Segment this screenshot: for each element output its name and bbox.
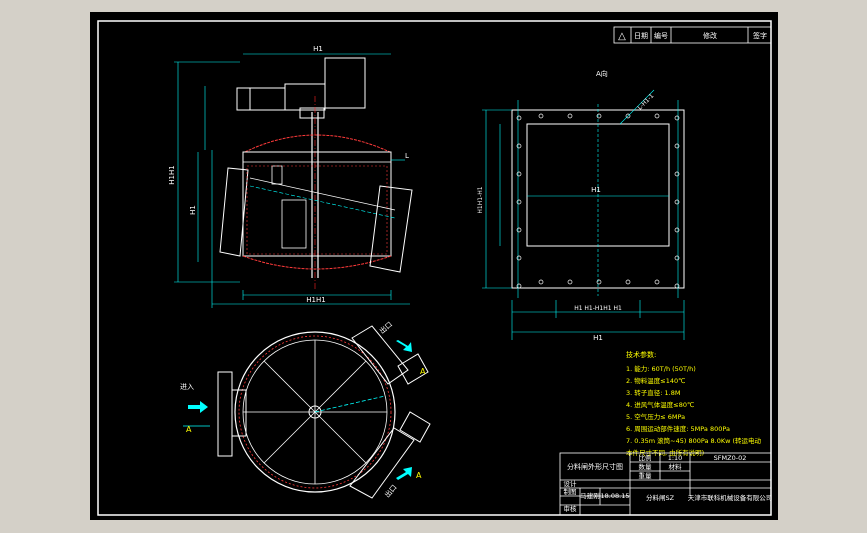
- arrow-a-label: A: [186, 425, 192, 434]
- drawing-number: SFMZ0-02: [714, 454, 747, 462]
- revision-mark: △: [618, 31, 626, 42]
- scale-label: 比例: [639, 453, 652, 462]
- design-label: 设计: [564, 479, 578, 488]
- revision-no-header: 编号: [654, 31, 668, 40]
- inlet-label: 进入: [180, 383, 194, 391]
- notes-line-6: 6. 周围运动部件速度: 5MPa 800Pa: [626, 424, 730, 433]
- notes-line-1: 1. 能力: 60T/h (50T/h): [626, 364, 696, 373]
- front-dim-left: H1H1: [168, 165, 176, 184]
- notes-line-3: 3. 转子直径: 1.8M: [626, 388, 680, 397]
- side-section-label: A向: [596, 69, 608, 78]
- drawer-name: 马建刚: [580, 491, 600, 500]
- drawing-date: 18.08.15: [601, 492, 630, 500]
- side-dim-left: H1H1-H1: [477, 186, 484, 213]
- check-label: 审核: [564, 504, 578, 513]
- model-name: 分料闸SZ: [646, 493, 675, 502]
- side-dim-bottom-segs: H1 H1-H1H1 H1: [574, 305, 622, 312]
- material-label: 材料: [669, 462, 683, 471]
- revision-sign-header: 签字: [753, 31, 767, 40]
- cad-drawing-viewport[interactable]: △ 日期 编号 修改 签字 H1 H1H1 H1H1 H1 L 进入 A 出口 …: [0, 0, 867, 533]
- quantity-label: 数量: [639, 462, 653, 471]
- arrow-a3-label: A: [416, 471, 422, 480]
- side-dim-bottom-total: H1: [593, 334, 603, 342]
- notes-line-5: 5. 空气压力≤ 6MPa: [626, 412, 685, 421]
- notes-line-7: 7. 0.35m 滚筒~45) 800Pa 8.0Kw (转运电动: [626, 436, 762, 445]
- weight-label: 重量: [639, 472, 653, 480]
- scale-value: 1:10: [668, 454, 683, 462]
- drawing-name: 分料闸外形尺寸图: [567, 462, 623, 471]
- notes-line-4: 4. 进风气体温度≤80℃: [626, 400, 694, 409]
- revision-date-header: 日期: [634, 32, 648, 40]
- notes-line-2: 2. 物料温度≤140℃: [626, 376, 685, 385]
- notes-title: 技术参数:: [626, 350, 656, 359]
- draw-label: 制图: [564, 487, 577, 496]
- company-name: 天津市联科机械设备有限公司: [688, 493, 773, 502]
- front-dim-top: H1: [313, 45, 323, 53]
- front-dim-inner: H1: [189, 205, 197, 215]
- side-dim-top: H1: [591, 186, 601, 194]
- front-dim-bottom: H1H1: [306, 296, 325, 304]
- front-dim-side: L: [405, 152, 409, 160]
- arrow-a2-label: A: [420, 367, 426, 376]
- revision-content-header: 修改: [703, 31, 717, 40]
